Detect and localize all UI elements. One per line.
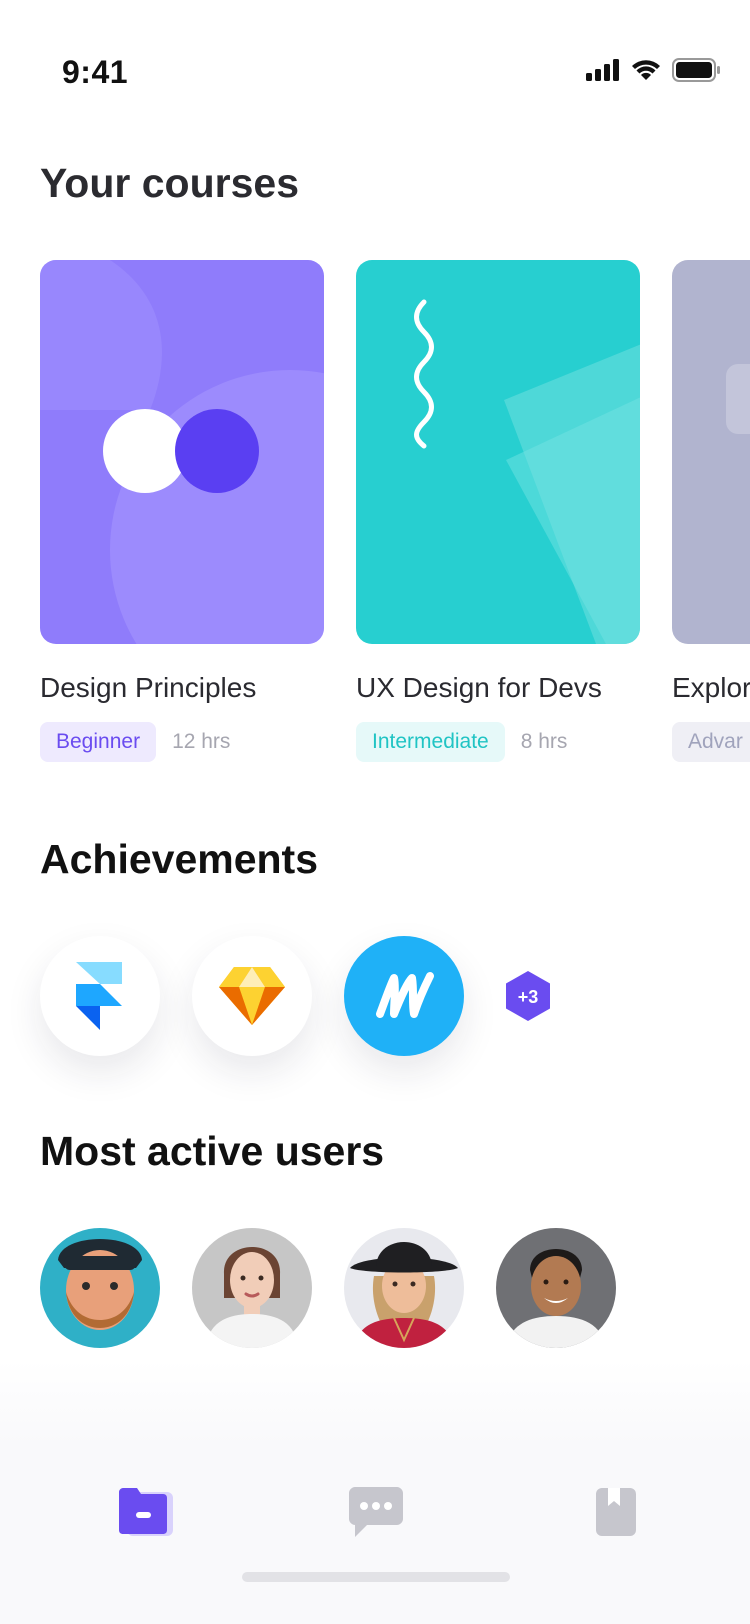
tab-saved[interactable] xyxy=(586,1484,646,1540)
framer-icon xyxy=(76,962,122,1030)
course-card[interactable]: Explor Advar xyxy=(672,260,750,762)
achievements-list: +3 xyxy=(40,936,554,1056)
avatar-bearded-man xyxy=(40,1228,160,1348)
active-users-list xyxy=(40,1228,616,1348)
course-thumbnail[interactable] xyxy=(356,260,640,644)
courses-section-title: Your courses xyxy=(40,160,299,206)
course-thumbnail[interactable] xyxy=(40,260,324,644)
status-time: 9:41 xyxy=(62,54,129,90)
status-icons xyxy=(586,58,720,82)
user-avatar[interactable] xyxy=(496,1228,616,1348)
tab-messages[interactable] xyxy=(346,1484,406,1540)
user-avatar[interactable] xyxy=(40,1228,160,1348)
course-card[interactable]: UX Design for Devs Intermediate 8 hrs xyxy=(356,260,640,762)
level-badge: Advar xyxy=(672,722,750,762)
course-card[interactable]: Design Principles Beginner 12 hrs xyxy=(40,260,324,762)
user-avatar[interactable] xyxy=(192,1228,312,1348)
course-name[interactable]: Design Principles xyxy=(40,672,324,704)
level-badge: Intermediate xyxy=(356,722,505,762)
tab-courses[interactable] xyxy=(116,1484,176,1540)
bookmark-icon xyxy=(596,1488,636,1536)
avatar-woman-hat xyxy=(344,1228,464,1348)
course-thumbnail[interactable] xyxy=(672,260,750,644)
signal-icon xyxy=(586,59,619,81)
courses-carousel[interactable]: Design Principles Beginner 12 hrs UX Des… xyxy=(40,260,750,780)
achievement-badge[interactable] xyxy=(192,936,312,1056)
more-achievements-label: +3 xyxy=(518,987,539,1007)
wifi-icon xyxy=(632,60,660,80)
tab-bar xyxy=(0,1444,750,1624)
achievement-badge[interactable] xyxy=(40,936,160,1056)
home-indicator xyxy=(242,1572,510,1582)
course-hours: 8 hrs xyxy=(520,730,568,753)
marvel-icon xyxy=(376,972,434,1018)
course-meta: Beginner 12 hrs xyxy=(40,722,324,762)
chat-icon xyxy=(349,1487,403,1537)
user-avatar[interactable] xyxy=(344,1228,464,1348)
users-section-title: Most active users xyxy=(40,1128,385,1174)
status-bar: 9:41 xyxy=(0,0,750,140)
course-hours: 12 hrs xyxy=(172,730,231,753)
sketch-icon xyxy=(219,967,285,1025)
tab-bar-fade xyxy=(0,1360,750,1444)
avatar-man-smiling xyxy=(496,1228,616,1348)
level-badge: Beginner xyxy=(40,722,157,762)
avatar-woman-lace xyxy=(192,1228,312,1348)
course-meta: Advar xyxy=(672,722,750,762)
course-meta: Intermediate 8 hrs xyxy=(356,722,640,762)
achievements-section-title: Achievements xyxy=(40,836,319,882)
achievement-badge[interactable] xyxy=(344,936,464,1056)
battery-icon xyxy=(672,58,720,82)
more-achievements-badge[interactable]: +3 xyxy=(502,970,554,1022)
course-name[interactable]: UX Design for Devs xyxy=(356,672,640,704)
course-name[interactable]: Explor xyxy=(672,672,750,704)
folder-icon xyxy=(119,1488,173,1536)
